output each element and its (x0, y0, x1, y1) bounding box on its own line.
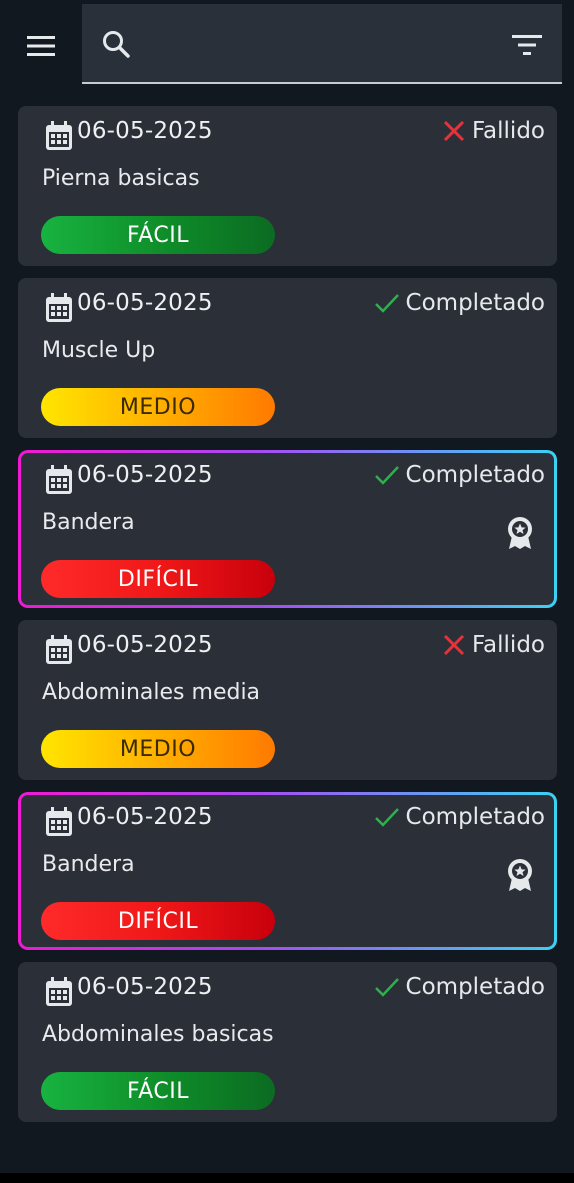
search-bar[interactable] (82, 4, 562, 84)
workout-date: 06-05-2025 (77, 974, 213, 1000)
difficulty-badge: MEDIO (41, 730, 275, 768)
calendar-icon (46, 977, 72, 1006)
status-label: Fallido (471, 118, 545, 144)
workout-date: 06-05-2025 (77, 462, 213, 488)
workout-card[interactable]: 06-05-2025 Completado Abdominales basica… (18, 962, 557, 1122)
workout-title: Abdominales basicas (42, 1022, 274, 1047)
bottom-edge (0, 1173, 574, 1183)
workout-title: Bandera (42, 510, 135, 535)
check-icon (374, 466, 399, 485)
workout-card[interactable]: 06-05-2025 Fallido Abdominales media MED… (18, 620, 557, 780)
difficulty-badge: FÁCIL (41, 216, 275, 254)
workout-date: 06-05-2025 (77, 804, 213, 830)
calendar-icon (46, 293, 72, 322)
filter-icon[interactable] (510, 30, 544, 60)
workout-card[interactable]: 06-05-2025 Fallido Pierna basicas FÁCIL (18, 106, 557, 266)
status-label: Completado (405, 462, 545, 488)
workout-card[interactable]: 06-05-2025 Completado Muscle Up MEDIO (18, 278, 557, 438)
top-bar (0, 0, 574, 90)
close-icon (443, 634, 464, 656)
workout-status: Completado (374, 974, 545, 1000)
status-label: Completado (405, 974, 545, 1000)
search-icon[interactable] (100, 28, 132, 60)
award-icon (508, 517, 532, 549)
workout-title: Muscle Up (42, 338, 156, 363)
calendar-icon (46, 121, 72, 150)
workout-date: 06-05-2025 (77, 118, 213, 144)
workout-card-featured[interactable]: 06-05-2025 Completado Bandera DIFÍCIL (18, 450, 557, 608)
calendar-icon (46, 807, 72, 836)
difficulty-badge: MEDIO (41, 388, 275, 426)
award-icon (508, 859, 532, 891)
check-icon (374, 808, 399, 827)
status-label: Completado (405, 804, 545, 830)
status-label: Completado (405, 290, 545, 316)
difficulty-badge: FÁCIL (41, 1072, 275, 1110)
workout-status: Completado (374, 804, 545, 830)
workout-title: Pierna basicas (42, 166, 200, 191)
close-icon (443, 120, 464, 142)
workout-status: Fallido (442, 632, 545, 658)
status-label: Fallido (471, 632, 545, 658)
hamburger-menu-icon[interactable] (27, 35, 55, 57)
check-icon (374, 978, 399, 997)
workout-title: Bandera (42, 852, 135, 877)
workout-status: Completado (374, 290, 545, 316)
workout-date: 06-05-2025 (77, 632, 213, 658)
workout-card-featured[interactable]: 06-05-2025 Completado Bandera DIFÍCIL (18, 792, 557, 950)
workout-status: Fallido (442, 118, 545, 144)
calendar-icon (46, 635, 72, 664)
difficulty-badge: DIFÍCIL (41, 902, 275, 940)
calendar-icon (46, 465, 72, 494)
difficulty-badge: DIFÍCIL (41, 560, 275, 598)
workout-date: 06-05-2025 (77, 290, 213, 316)
workout-title: Abdominales media (42, 680, 261, 705)
menu-button[interactable] (18, 26, 64, 66)
workout-history-list: 06-05-2025 Fallido Pierna basicas FÁCIL … (18, 106, 557, 1134)
search-input[interactable] (144, 24, 488, 66)
check-icon (374, 294, 399, 313)
workout-status: Completado (374, 462, 545, 488)
